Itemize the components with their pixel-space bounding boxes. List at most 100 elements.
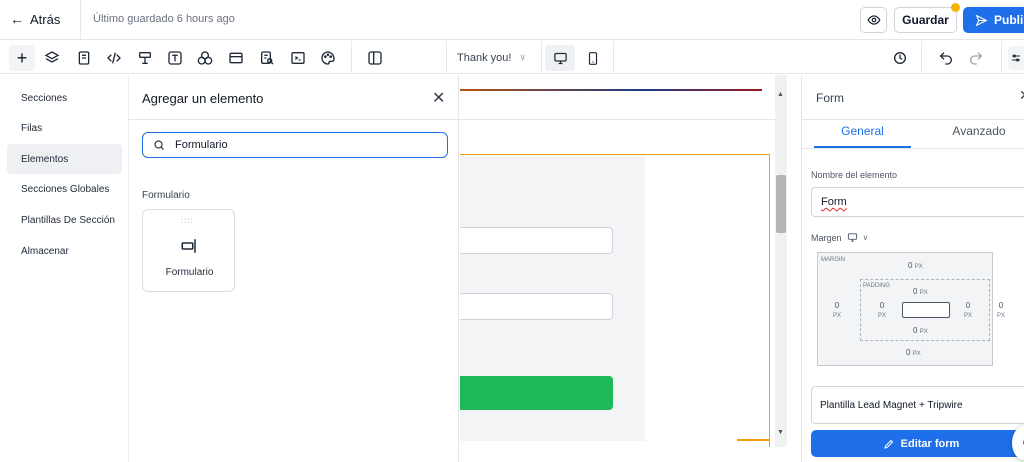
section-icon[interactable] [133,46,157,70]
form-search-icon[interactable] [255,46,279,70]
margin-label: Margen ∨ [811,232,868,243]
nav-item-filas[interactable]: Filas [7,113,122,143]
publish-button[interactable]: Publis [963,7,1024,33]
form-template-value: Plantilla Lead Magnet + Tripwire [820,399,963,411]
desktop-icon[interactable] [847,232,858,243]
page-icon[interactable] [72,46,96,70]
divider [80,0,81,40]
save-button[interactable]: Guardar [894,7,957,33]
panel-title: Form [816,91,844,105]
publish-label: Publis [994,13,1024,27]
back-button[interactable]: ← Atrás [10,11,60,27]
scrollbar-thumb[interactable] [776,175,786,233]
padding-box-label: PADDING [863,283,890,289]
divider [1001,41,1002,74]
close-icon[interactable]: ✕ [432,88,445,108]
settings-icon[interactable] [1008,46,1024,70]
panel-title: Agregar un elemento [142,91,264,106]
top-bar: ← Atrás Último guardado 6 hours ago Guar… [0,0,1024,40]
add-element-button[interactable]: + [9,45,35,71]
section-marker [737,439,770,441]
padding-right-value[interactable]: 0 PX [961,301,975,319]
divider [921,41,922,74]
padding-top-value[interactable]: 0 PX [913,287,928,296]
form-template-select[interactable]: Plantilla Lead Magnet + Tripwire [811,386,1024,424]
nav-item-secciones[interactable]: Secciones [7,83,122,113]
form-icon [181,239,196,253]
margin-right-value[interactable]: 0 PX [994,301,1008,319]
desktop-view-button[interactable] [545,45,575,71]
margin-top-value[interactable]: 0 PX [908,261,923,270]
padding-box: PADDING 0 PX 0 PX 0 PX 0 PX [860,279,990,341]
nav-item-elementos[interactable]: Elementos [7,144,122,174]
back-label: Atrás [30,11,61,27]
element-card-label: Formulario [165,267,214,278]
edit-form-label: Editar form [900,437,960,450]
search-icon [154,140,164,150]
properties-panel: Form ✕ General Avanzado Nombre del eleme… [801,75,1024,462]
element-name-value: Form [821,196,847,208]
scroll-up-icon[interactable]: ▲ [777,91,784,98]
nav-item-almacenar[interactable]: Almacenar [7,236,122,266]
terminal-icon[interactable] [286,46,310,70]
window-icon[interactable] [224,46,248,70]
scroll-down-icon[interactable]: ▼ [777,429,784,436]
history-icon[interactable] [888,46,912,70]
divider [129,119,460,120]
eye-icon [866,15,881,25]
nav-item-secciones-globales[interactable]: Secciones Globales [7,174,122,204]
redo-icon[interactable] [964,46,988,70]
divider [802,119,1024,120]
nav-item-plantillas-de-seccion[interactable]: Plantillas De Sección [7,205,122,235]
close-icon[interactable]: ✕ [1019,87,1024,104]
margin-label-text: Margen [811,232,842,243]
text-icon[interactable] [163,46,187,70]
mobile-view-button[interactable] [580,45,606,71]
spacing-editor: MARGIN 0 PX 0 PX 0 PX 0 PX PADDING 0 PX 0 … [817,252,1005,366]
drag-handle-icon[interactable]: :::: [181,216,194,225]
search-input[interactable] [175,139,435,151]
plus-icon: + [16,47,28,68]
margin-bottom-value[interactable]: 0 PX [906,348,921,357]
form-input-preview[interactable] [460,227,613,254]
toolbar: + Thank you! ∨ [0,41,1024,74]
code-icon[interactable] [102,46,126,70]
divider [613,41,614,74]
margin-left-value[interactable]: 0 PX [830,301,844,319]
chevron-down-icon[interactable]: ∨ [863,233,869,242]
editor-canvas[interactable] [460,75,775,462]
form-input-preview[interactable] [460,293,613,320]
preview-button[interactable] [860,7,887,33]
divider [802,148,1024,149]
send-icon [975,13,988,27]
columns-icon[interactable] [363,46,387,70]
padding-left-value[interactable]: 0 PX [875,301,889,319]
arrow-left-icon: ← [10,11,24,27]
element-name-field[interactable]: Form [811,187,1024,217]
divider [351,41,352,74]
padding-bottom-value[interactable]: 0 PX [913,326,928,335]
pencil-icon [883,439,893,449]
shapes-icon[interactable] [193,46,217,70]
element-card-formulario[interactable]: :::: Formulario [142,209,235,292]
tab-advanced[interactable]: Avanzado [923,124,1024,148]
canvas-scrollbar[interactable]: ▲ ▼ [775,75,787,447]
page-select[interactable]: Thank you! ∨ [447,41,541,74]
desktop-icon [553,52,567,64]
last-saved-text: Último guardado 6 hours ago [93,13,235,25]
element-name-label: Nombre del elemento [811,170,898,180]
tab-general[interactable]: General [802,124,923,148]
search-field[interactable] [142,132,448,158]
mobile-icon [588,51,598,65]
layers-icon[interactable] [40,46,64,70]
edit-form-button[interactable]: Editar form [811,430,1024,457]
undo-icon[interactable] [934,46,958,70]
palette-icon[interactable] [316,46,340,70]
form-submit-button-preview[interactable] [460,376,613,410]
left-nav: Secciones Filas Elementos Secciones Glob… [0,75,128,462]
canvas-footer [460,447,787,462]
chevron-down-icon: ∨ [519,52,527,62]
margin-box-label: MARGIN [821,257,845,263]
header-stripe [460,89,762,91]
add-element-panel: Agregar un elemento ✕ Formulario :::: Fo… [128,75,460,462]
